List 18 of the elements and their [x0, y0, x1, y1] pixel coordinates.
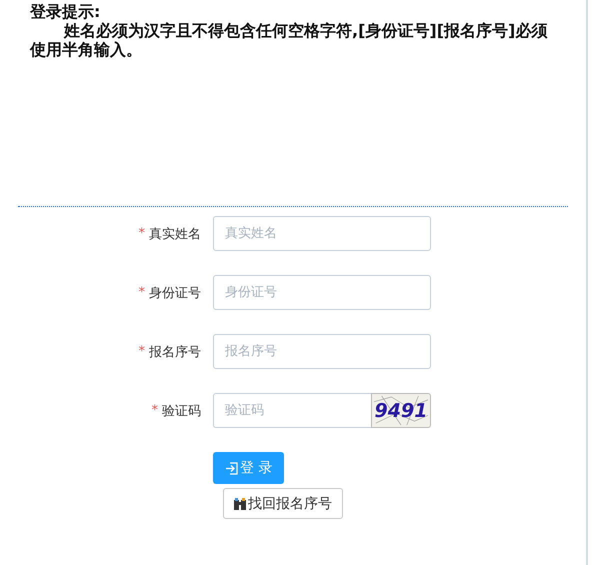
recover-button[interactable]: 找回报名序号 — [223, 488, 343, 519]
input-field[interactable]: 报名序号 — [213, 334, 431, 369]
binoculars-icon — [234, 498, 246, 510]
field-label: 真实姓名 — [149, 226, 201, 242]
required-mark: * — [152, 403, 158, 418]
input-field[interactable]: 验证码 — [213, 393, 371, 428]
field-label: 验证码 — [162, 402, 201, 420]
notice-text: 姓名必须为汉字且不得包含任何空格字符,[身份证号][报名序号]必须使用半角输入。 — [30, 21, 548, 59]
required-mark: * — [138, 344, 145, 359]
required-mark: * — [138, 285, 145, 300]
field-label: 报名序号 — [149, 344, 201, 360]
field-label: 身份证号 — [149, 284, 201, 302]
captcha-image[interactable]: 9491 — [371, 393, 431, 428]
input-field[interactable]: 身份证号 — [213, 275, 431, 310]
notice-title: 登录提示: — [30, 2, 102, 21]
required-mark: * — [138, 226, 145, 241]
login-icon — [225, 462, 238, 474]
input-field[interactable]: 真实姓名 — [213, 216, 431, 251]
